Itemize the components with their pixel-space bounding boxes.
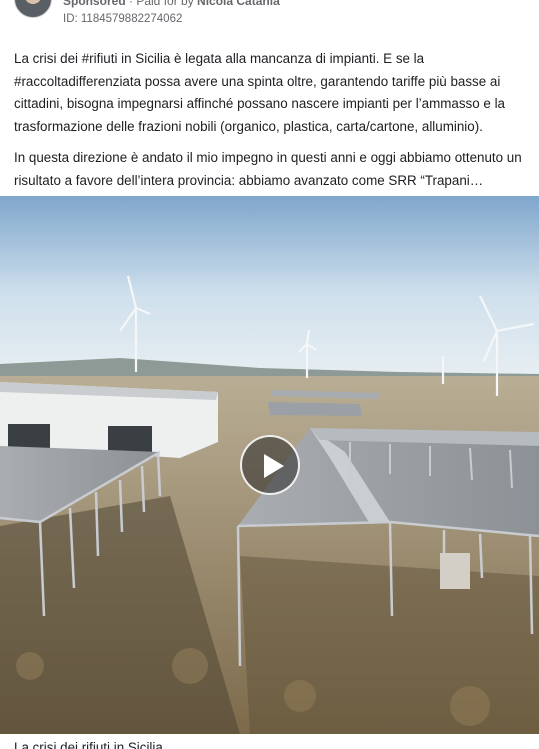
sponsored-label: Sponsored	[63, 0, 126, 8]
post-paragraph-2: In questa direzione è andato il mio impe…	[14, 150, 522, 188]
play-triangle	[264, 454, 284, 478]
paid-for-prefix: · Paid for by	[125, 0, 198, 8]
advertiser-avatar[interactable]	[14, 0, 52, 18]
advertiser-name[interactable]: Nicola Catania	[197, 0, 280, 8]
play-icon[interactable]	[240, 435, 300, 495]
ad-id: ID: 1184579882274062	[63, 13, 183, 25]
post-paragraph-1: La crisi dei #rifiuti in Sicilia è legat…	[14, 51, 506, 134]
video-caption: La crisi dei rifiuti in Sicilia	[14, 740, 163, 749]
sponsor-line: Sponsored · Paid for by Nicola Catania	[63, 0, 280, 8]
ad-card: Sponsored · Paid for by Nicola Catania I…	[0, 0, 539, 749]
ad-header: Sponsored · Paid for by Nicola Catania I…	[0, 0, 539, 36]
more-icon[interactable]: •••	[496, 0, 520, 6]
